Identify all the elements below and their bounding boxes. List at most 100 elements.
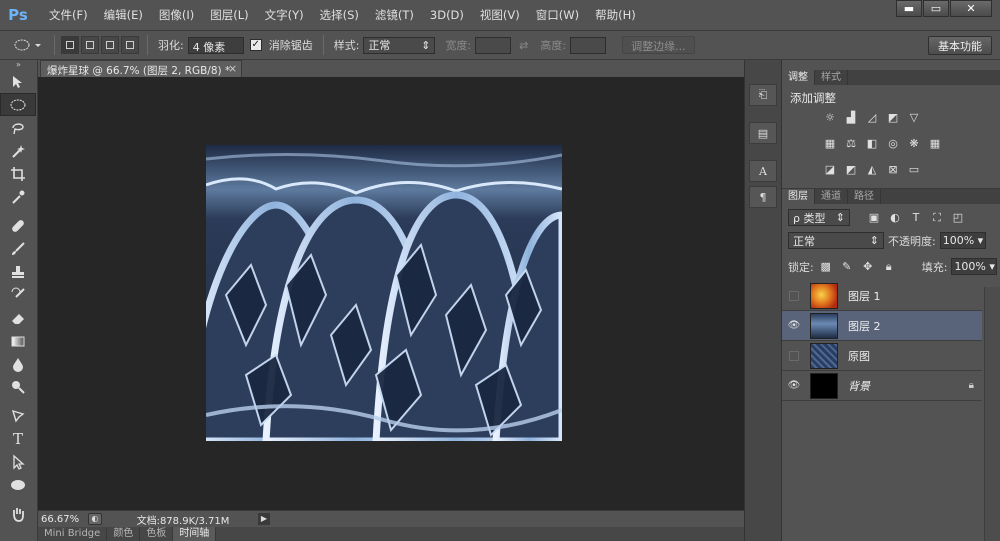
subtract-selection-button[interactable] <box>101 36 119 54</box>
eye-icon[interactable]: 👁︎ <box>782 380 806 391</box>
filter-type-icon[interactable]: T <box>908 211 924 225</box>
character-panel-icon[interactable]: A <box>749 160 777 182</box>
path-selection-icon[interactable] <box>0 450 36 473</box>
filter-smart-object-icon[interactable]: ◰ <box>950 211 966 225</box>
channel-mixer-icon[interactable]: ❋ <box>906 136 922 150</box>
filter-pixel-icon[interactable]: ▣ <box>866 211 882 225</box>
menu-help[interactable]: 帮助(H) <box>587 0 644 30</box>
color-lookup-icon[interactable]: ▦ <box>927 136 943 150</box>
tab-layers[interactable]: 图层 <box>782 189 815 204</box>
status-menu-arrow-icon[interactable]: ▶ <box>258 513 270 525</box>
history-panel-icon[interactable]: ⎗ <box>749 84 777 106</box>
menu-window[interactable]: 窗口(W) <box>528 0 587 30</box>
width-input[interactable] <box>475 36 512 54</box>
blur-tool-icon[interactable] <box>0 352 36 375</box>
menu-select[interactable]: 选择(S) <box>312 0 367 30</box>
antialias-checkbox[interactable]: ✓ <box>249 39 262 51</box>
brush-tool-icon[interactable] <box>0 237 36 260</box>
tab-adjustments[interactable]: 调整 <box>782 70 815 85</box>
eyedropper-icon[interactable] <box>0 185 36 208</box>
crop-tool-icon[interactable] <box>0 162 36 185</box>
lock-all-icon[interactable]: 🔒︎ <box>881 260 897 274</box>
tab-color[interactable]: 颜色 <box>107 527 141 541</box>
paragraph-panel-icon[interactable]: ¶ <box>749 186 777 208</box>
filter-shape-icon[interactable]: ⛶ <box>929 211 945 225</box>
menu-file[interactable]: 文件(F) <box>41 0 96 30</box>
menu-edit[interactable]: 编辑(E) <box>96 0 151 30</box>
menu-image[interactable]: 图像(I) <box>151 0 202 30</box>
exposure-icon[interactable]: ◩ <box>885 110 901 124</box>
gradient-map-icon[interactable]: ▭ <box>906 162 922 176</box>
layer-row[interactable]: 👁︎ 背景 🔒︎ <box>782 371 982 401</box>
add-to-selection-button[interactable] <box>81 36 99 54</box>
brightness-icon[interactable]: ☼ <box>822 110 838 124</box>
tab-timeline[interactable]: 时间轴 <box>173 527 217 541</box>
color-balance-icon[interactable]: ⚖ <box>843 136 859 150</box>
menu-view[interactable]: 视图(V) <box>472 0 528 30</box>
posterize-icon[interactable]: ◩ <box>843 162 859 176</box>
hand-tool-icon[interactable] <box>0 502 36 525</box>
close-button[interactable]: ✕ <box>950 0 992 17</box>
feather-input[interactable]: 4 像素 <box>187 36 244 54</box>
hue-saturation-icon[interactable]: ▦ <box>822 136 838 150</box>
properties-panel-icon[interactable]: ▤ <box>749 122 777 144</box>
blend-mode-dropdown[interactable]: 正常 ⇕ <box>788 232 884 249</box>
workspace-button[interactable]: 基本功能 <box>928 36 992 55</box>
dodge-tool-icon[interactable] <box>0 375 36 398</box>
menu-filter[interactable]: 滤镜(T) <box>367 0 422 30</box>
layer-row[interactable]: 图层 1 <box>782 281 982 311</box>
levels-icon[interactable]: ▟ <box>843 110 859 124</box>
visibility-toggle[interactable] <box>782 290 806 301</box>
swap-icon[interactable]: ⇄ <box>519 39 528 52</box>
intersect-selection-button[interactable] <box>121 36 139 54</box>
filter-adjustment-icon[interactable]: ◐ <box>887 211 903 225</box>
collapse-icon[interactable]: » <box>0 60 37 70</box>
elliptical-marquee-tool-icon[interactable] <box>0 93 36 116</box>
history-brush-icon[interactable] <box>0 283 36 306</box>
canvas-area[interactable] <box>38 77 744 510</box>
curves-icon[interactable]: ◿ <box>864 110 880 124</box>
style-dropdown[interactable]: 正常 ⇕ <box>363 36 436 54</box>
gradient-tool-icon[interactable] <box>0 329 36 352</box>
tab-channels[interactable]: 通道 <box>815 189 848 204</box>
close-tab-icon[interactable]: × <box>228 63 237 75</box>
refine-edge-button[interactable]: 调整边缘... <box>622 36 695 54</box>
vibrance-icon[interactable]: ▽ <box>906 110 922 124</box>
eraser-icon[interactable] <box>0 306 36 329</box>
layers-scrollbar[interactable] <box>984 287 1000 541</box>
visibility-toggle[interactable] <box>782 350 806 361</box>
layer-row[interactable]: 👁︎ 图层 2 <box>782 311 982 341</box>
maximize-button[interactable]: ▭ <box>923 0 949 17</box>
magic-wand-icon[interactable] <box>0 139 36 162</box>
layer-filter-dropdown[interactable]: ρ 类型 ⇕ <box>788 209 850 226</box>
healing-brush-icon[interactable] <box>0 214 36 237</box>
minimize-button[interactable]: ▬ <box>896 0 922 17</box>
invert-icon[interactable]: ◪ <box>822 162 838 176</box>
black-white-icon[interactable]: ◧ <box>864 136 880 150</box>
document-canvas-image[interactable] <box>206 145 562 441</box>
clone-stamp-icon[interactable] <box>0 260 36 283</box>
menu-layer[interactable]: 图层(L) <box>202 0 256 30</box>
tab-swatches[interactable]: 色板 <box>140 527 174 541</box>
ellipse-shape-icon[interactable] <box>0 473 36 496</box>
menu-3d[interactable]: 3D(D) <box>422 0 472 30</box>
pen-tool-icon[interactable] <box>0 404 36 427</box>
lock-transparent-icon[interactable]: ▩ <box>818 260 834 274</box>
zoom-level[interactable]: 66.67% <box>38 514 82 525</box>
tool-preset-picker[interactable] <box>8 34 48 56</box>
eye-icon[interactable]: 👁︎ <box>782 320 806 331</box>
lock-pixels-icon[interactable]: ✎ <box>839 260 855 274</box>
opacity-input[interactable]: 100% ▾ <box>939 232 986 249</box>
threshold-icon[interactable]: ◭ <box>864 162 880 176</box>
photo-filter-icon[interactable]: ◎ <box>885 136 901 150</box>
new-selection-button[interactable] <box>61 36 79 54</box>
lock-position-icon[interactable]: ✥ <box>860 260 876 274</box>
type-tool-icon[interactable]: T <box>0 427 36 450</box>
tab-styles[interactable]: 样式 <box>815 70 848 85</box>
tab-mini-bridge[interactable]: Mini Bridge <box>38 527 108 541</box>
height-input[interactable] <box>570 36 607 54</box>
info-icon[interactable]: ◐ <box>88 513 102 525</box>
menu-type[interactable]: 文字(Y) <box>257 0 312 30</box>
selective-color-icon[interactable]: ⊠ <box>885 162 901 176</box>
move-tool-icon[interactable] <box>0 70 36 93</box>
